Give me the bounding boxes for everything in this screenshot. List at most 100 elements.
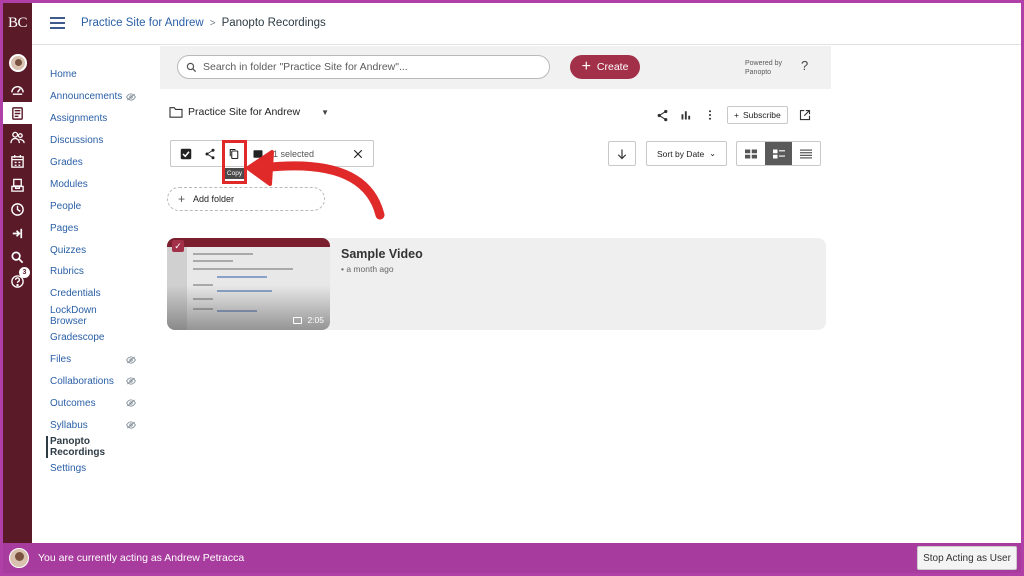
powered-by-panopto: Powered by Panopto: [745, 59, 782, 77]
calendar-icon[interactable]: [3, 150, 32, 172]
powered-line2: Panopto: [745, 69, 772, 76]
help-icon[interactable]: 3: [3, 267, 32, 292]
breadcrumb-separator: >: [209, 17, 216, 29]
caret-down-icon[interactable]: ▼: [321, 108, 329, 117]
course-nav: Home Announcements Assignments Discussions G…: [46, 64, 150, 480]
course-nav-collaborations[interactable]: Collaborations: [50, 370, 150, 392]
plus-icon: +: [581, 58, 591, 75]
captions-icon: [293, 316, 303, 324]
course-nav-label: Grades: [50, 157, 83, 168]
course-nav-label: Modules: [50, 178, 88, 190]
stop-acting-button[interactable]: Stop Acting as User: [917, 546, 1017, 570]
courses-icon[interactable]: [3, 102, 32, 124]
video-title[interactable]: Sample Video: [341, 247, 423, 261]
course-nav-assignments[interactable]: Assignments: [50, 108, 150, 130]
course-nav-label: Collaborations: [50, 375, 114, 387]
selected-check-icon[interactable]: ✓: [172, 240, 184, 252]
sort-label: Sort by Date: [657, 148, 705, 159]
hidden-eye-icon: [126, 356, 136, 364]
course-nav-files[interactable]: Files: [50, 349, 150, 371]
account-avatar[interactable]: [8, 54, 27, 72]
search-icon: [186, 62, 197, 72]
course-nav-label: Rubrics: [50, 266, 84, 278]
course-nav-credentials[interactable]: Credentials: [50, 283, 150, 305]
course-nav-people[interactable]: People: [50, 195, 150, 217]
add-folder-label: Add folder: [193, 194, 235, 204]
folder-icon: [169, 107, 183, 118]
bc-logo[interactable]: BC: [3, 15, 32, 32]
inbox-icon[interactable]: [3, 174, 32, 196]
subscribe-label: Subscribe: [742, 110, 781, 120]
course-nav-outcomes[interactable]: Outcomes: [50, 392, 150, 414]
hamburger-menu-icon[interactable]: [50, 17, 65, 29]
share-icon[interactable]: [655, 108, 669, 122]
course-nav-label: LockDown Browser: [50, 304, 97, 327]
course-nav-discussions[interactable]: Discussions: [50, 130, 150, 152]
header-divider: [32, 44, 1021, 45]
hidden-eye-icon: [126, 421, 136, 429]
video-item[interactable]: ✓ 2:05 Sample Video • a month ago: [167, 238, 826, 330]
video-duration: 2:05: [293, 315, 324, 325]
subscribe-button[interactable]: + Subscribe: [727, 106, 788, 124]
course-nav-gradescope[interactable]: Gradescope: [50, 327, 150, 349]
folder-actions: + Subscribe: [655, 106, 812, 124]
more-options-icon[interactable]: [703, 108, 717, 122]
course-nav-label: Panopto Recordings: [50, 436, 106, 459]
create-label: Create: [596, 61, 629, 73]
course-nav-syllabus[interactable]: Syllabus: [50, 414, 150, 436]
user-avatar: [9, 548, 29, 568]
course-nav-lockdown-browser[interactable]: LockDown Browser: [50, 305, 150, 327]
course-nav-announcements[interactable]: Announcements: [50, 86, 150, 108]
hidden-eye-icon: [126, 377, 136, 385]
chevron-down-icon: ⌄: [709, 149, 716, 158]
dashboard-icon[interactable]: [3, 78, 32, 100]
list-view-icon[interactable]: [792, 142, 820, 165]
create-button[interactable]: + Create: [570, 55, 640, 79]
annotation-arrow: [246, 150, 385, 220]
powered-line1: Powered by: [745, 60, 782, 67]
course-nav-label: Outcomes: [50, 397, 96, 409]
course-nav-home[interactable]: Home: [50, 64, 150, 86]
search-input[interactable]: Search in folder "Practice Site for Andr…: [177, 55, 550, 79]
course-nav-label: Syllabus: [50, 419, 88, 431]
course-nav-label: Assignments: [50, 113, 108, 125]
course-nav-label: Gradescope: [50, 332, 105, 344]
course-nav-panopto-recordings[interactable]: Panopto Recordings: [46, 436, 150, 458]
share-icon[interactable]: [201, 145, 219, 163]
course-nav-rubrics[interactable]: Rubrics: [50, 261, 150, 283]
breadcrumb-current-page: Panopto Recordings: [221, 17, 326, 29]
help-badge: 3: [19, 267, 30, 278]
hidden-eye-icon: [126, 399, 136, 407]
course-nav-modules[interactable]: Modules: [50, 173, 150, 195]
course-nav-label: Home: [50, 69, 77, 81]
video-thumbnail[interactable]: ✓ 2:05: [167, 238, 330, 330]
history-icon[interactable]: [3, 198, 32, 220]
course-nav-grades[interactable]: Grades: [50, 152, 150, 174]
course-nav-quizzes[interactable]: Quizzes: [50, 239, 150, 261]
sort-by-dropdown[interactable]: Sort by Date ⌄: [646, 141, 727, 166]
search-icon[interactable]: [3, 246, 32, 268]
folder-name: Practice Site for Andrew: [188, 106, 301, 118]
sort-direction-button[interactable]: [608, 141, 636, 166]
panopto-help-button[interactable]: ?: [801, 58, 808, 73]
breadcrumb-course-link[interactable]: Practice Site for Andrew: [81, 17, 204, 29]
select-all-checkbox[interactable]: [177, 145, 195, 163]
hidden-eye-icon: [126, 93, 136, 101]
course-nav-label: Settings: [50, 463, 87, 475]
detail-view-icon[interactable]: [764, 142, 793, 165]
course-nav-settings[interactable]: Settings: [50, 458, 150, 480]
plus-icon: +: [178, 192, 186, 206]
open-new-window-icon[interactable]: [798, 108, 812, 122]
groups-icon[interactable]: [3, 126, 32, 148]
grid-view-icon[interactable]: [737, 142, 765, 165]
search-placeholder: Search in folder "Practice Site for Andr…: [203, 61, 408, 73]
course-nav-label: Announcements: [50, 91, 123, 103]
plus-icon: +: [734, 110, 739, 120]
course-nav-label: Files: [50, 354, 72, 366]
stats-icon[interactable]: [679, 108, 693, 122]
course-nav-label: Discussions: [50, 135, 104, 147]
commons-icon[interactable]: [3, 222, 32, 244]
folder-selector[interactable]: Practice Site for Andrew ▼: [169, 106, 329, 118]
course-nav-label: Quizzes: [50, 244, 87, 256]
course-nav-pages[interactable]: Pages: [50, 217, 150, 239]
